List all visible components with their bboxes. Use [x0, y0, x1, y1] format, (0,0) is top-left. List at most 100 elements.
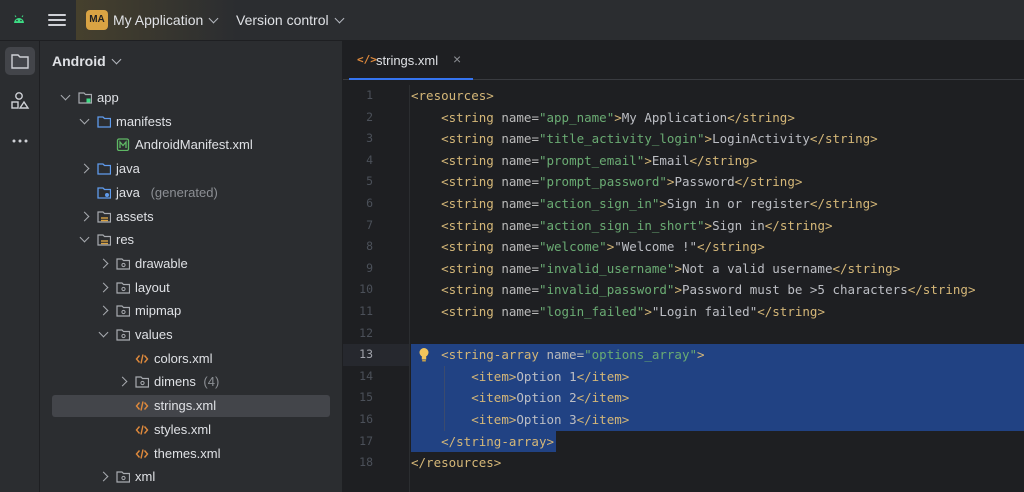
chevron-down-icon [111, 54, 122, 65]
more-tools-button[interactable] [5, 127, 35, 155]
chevron-down-icon [334, 13, 345, 24]
lightbulb-icon[interactable] [418, 347, 430, 363]
tree-item-assets[interactable]: assets [52, 206, 330, 228]
line-number: 9 [366, 260, 373, 275]
line-number: 3 [366, 131, 373, 146]
line-number: 11 [359, 304, 373, 318]
tree-item-xml[interactable]: xml [52, 466, 330, 488]
line-number-gutter: 1 2 3 4 5 6 7 8 9 10 11 12 13 14 15 16 17 18 [343, 85, 410, 492]
tree-item-label: assets [116, 208, 154, 224]
code-line[interactable]: <item>Option 3</item> [411, 409, 629, 431]
chevron-right-icon[interactable] [98, 282, 109, 293]
main-menu-icon[interactable] [48, 12, 66, 28]
project-selector[interactable]: My Application [113, 12, 219, 28]
chevron-right-icon[interactable] [117, 376, 128, 387]
tree-item-label: java [116, 184, 140, 200]
tree-item-strings-xml[interactable]: strings.xml [52, 395, 330, 418]
tree-item-label: styles.xml [154, 421, 212, 437]
project-tool-button[interactable] [5, 47, 35, 75]
xml-file-icon [135, 354, 149, 364]
tree-item-label: dimens [154, 374, 196, 390]
line-number: 6 [366, 196, 373, 210]
tool-window-strip [0, 41, 40, 492]
chevron-down-icon[interactable] [79, 232, 90, 243]
editor-area: </> strings.xml × 1 2 3 4 5 6 7 8 9 10 11 12 13 14 15 1… [343, 41, 1024, 492]
tree-item-res[interactable]: res [52, 229, 330, 251]
chevron-right-icon[interactable] [98, 258, 109, 269]
xml-file-icon [135, 448, 149, 459]
tab-strings-xml[interactable]: </> strings.xml × [343, 41, 473, 80]
generated-folder-icon [97, 187, 111, 199]
resource-folder-icon [97, 234, 111, 246]
project-view-label: Android [52, 53, 106, 69]
line-number: 12 [359, 325, 373, 340]
shapes-icon [11, 92, 30, 109]
code-line[interactable]: <item>Option 1</item> [411, 366, 629, 388]
version-control-menu[interactable]: Version control [236, 12, 345, 28]
close-icon[interactable]: × [453, 51, 461, 67]
code-line[interactable]: <string name="prompt_email">Email</strin… [411, 150, 757, 172]
tree-item-layout[interactable]: layout [52, 277, 330, 299]
chevron-down-icon [208, 13, 219, 24]
editor-tab-bar: </> strings.xml × [343, 41, 1024, 80]
code-line[interactable]: <string name="prompt_password">Password<… [411, 171, 802, 193]
chevron-down-icon[interactable] [79, 114, 90, 125]
version-control-label: Version control [236, 12, 329, 28]
project-panel: Android app manifests AndroidManifest.xml j… [40, 41, 343, 492]
tree-item-java-generated[interactable]: java (generated) [52, 182, 330, 204]
tree-item-suffix: (generated) [150, 184, 218, 200]
tree-item-label: AndroidManifest.xml [135, 137, 253, 153]
line-number: 14 [359, 368, 373, 383]
code-line[interactable]: <resources> [411, 85, 494, 107]
code-line[interactable]: </resources> [411, 452, 501, 474]
tree-item-label: res [116, 232, 135, 248]
tree-item-label: layout [135, 279, 170, 295]
tree-item-mipmap[interactable]: mipmap [52, 300, 330, 322]
xml-file-icon [135, 401, 149, 411]
code-line[interactable]: <string name="action_sign_in">Sign in or… [411, 193, 878, 215]
code-line[interactable]: <string name="invalid_password">Password… [411, 279, 975, 301]
tree-item-styles-xml[interactable]: styles.xml [52, 419, 330, 441]
line-number: 7 [366, 217, 373, 232]
tree-item-androidmanifest-xml[interactable]: AndroidManifest.xml [52, 134, 330, 156]
project-badge[interactable]: MA [86, 10, 108, 30]
tree-item-label: app [97, 90, 119, 105]
chevron-down-icon[interactable] [98, 327, 109, 338]
project-name: My Application [113, 12, 204, 28]
code-line[interactable]: <string name="welcome">"Welcome !"</stri… [411, 236, 765, 258]
tree-item-themes-xml[interactable]: themes.xml [52, 443, 330, 465]
tree-item-dimens-4[interactable]: dimens (4) [52, 371, 330, 393]
chevron-right-icon[interactable] [98, 305, 109, 316]
chevron-right-icon[interactable] [98, 471, 109, 482]
code-line[interactable]: <string name="invalid_username">Not a va… [411, 258, 900, 280]
code-line[interactable]: <string name="login_failed">"Login faile… [411, 301, 825, 323]
code-line[interactable]: <string-array name="options_array"> [411, 344, 704, 366]
tree-item-manifests[interactable]: manifests [52, 111, 330, 133]
package-folder-icon [116, 258, 130, 270]
line-number: 1 [366, 88, 373, 102]
tree-item-label: xml [135, 469, 156, 485]
chevron-right-icon[interactable] [79, 211, 90, 221]
chevron-down-icon[interactable] [60, 90, 71, 101]
tree-item-label: java [116, 161, 140, 177]
tree-item-label: colors.xml [154, 350, 213, 366]
chevron-right-icon[interactable] [79, 163, 90, 174]
android-icon [14, 15, 24, 23]
code-line[interactable]: </string-array> [411, 431, 554, 453]
line-number: 5 [366, 174, 373, 189]
code-line[interactable]: <item>Option 2</item> [411, 387, 629, 409]
tree-item-drawable[interactable]: drawable [52, 253, 330, 275]
main-toolbar: MA My Application Version control [0, 0, 1024, 41]
tree-item-colors-xml[interactable]: colors.xml [52, 348, 330, 370]
tree-item-values[interactable]: values [52, 324, 330, 346]
code-line[interactable]: <string name="app_name">My Application</… [411, 107, 795, 129]
tree-item-java[interactable]: java [52, 158, 330, 180]
line-number: 18 [359, 455, 373, 470]
tree-item-app[interactable]: app [52, 87, 330, 109]
code-line[interactable]: <string name="title_activity_login">Logi… [411, 128, 878, 150]
code-line[interactable]: <string name="action_sign_in_short">Sign… [411, 215, 832, 237]
resource-manager-button[interactable] [5, 87, 35, 115]
package-folder-icon [116, 281, 130, 294]
project-view-selector[interactable]: Android [52, 53, 122, 69]
folder-icon [11, 54, 29, 69]
